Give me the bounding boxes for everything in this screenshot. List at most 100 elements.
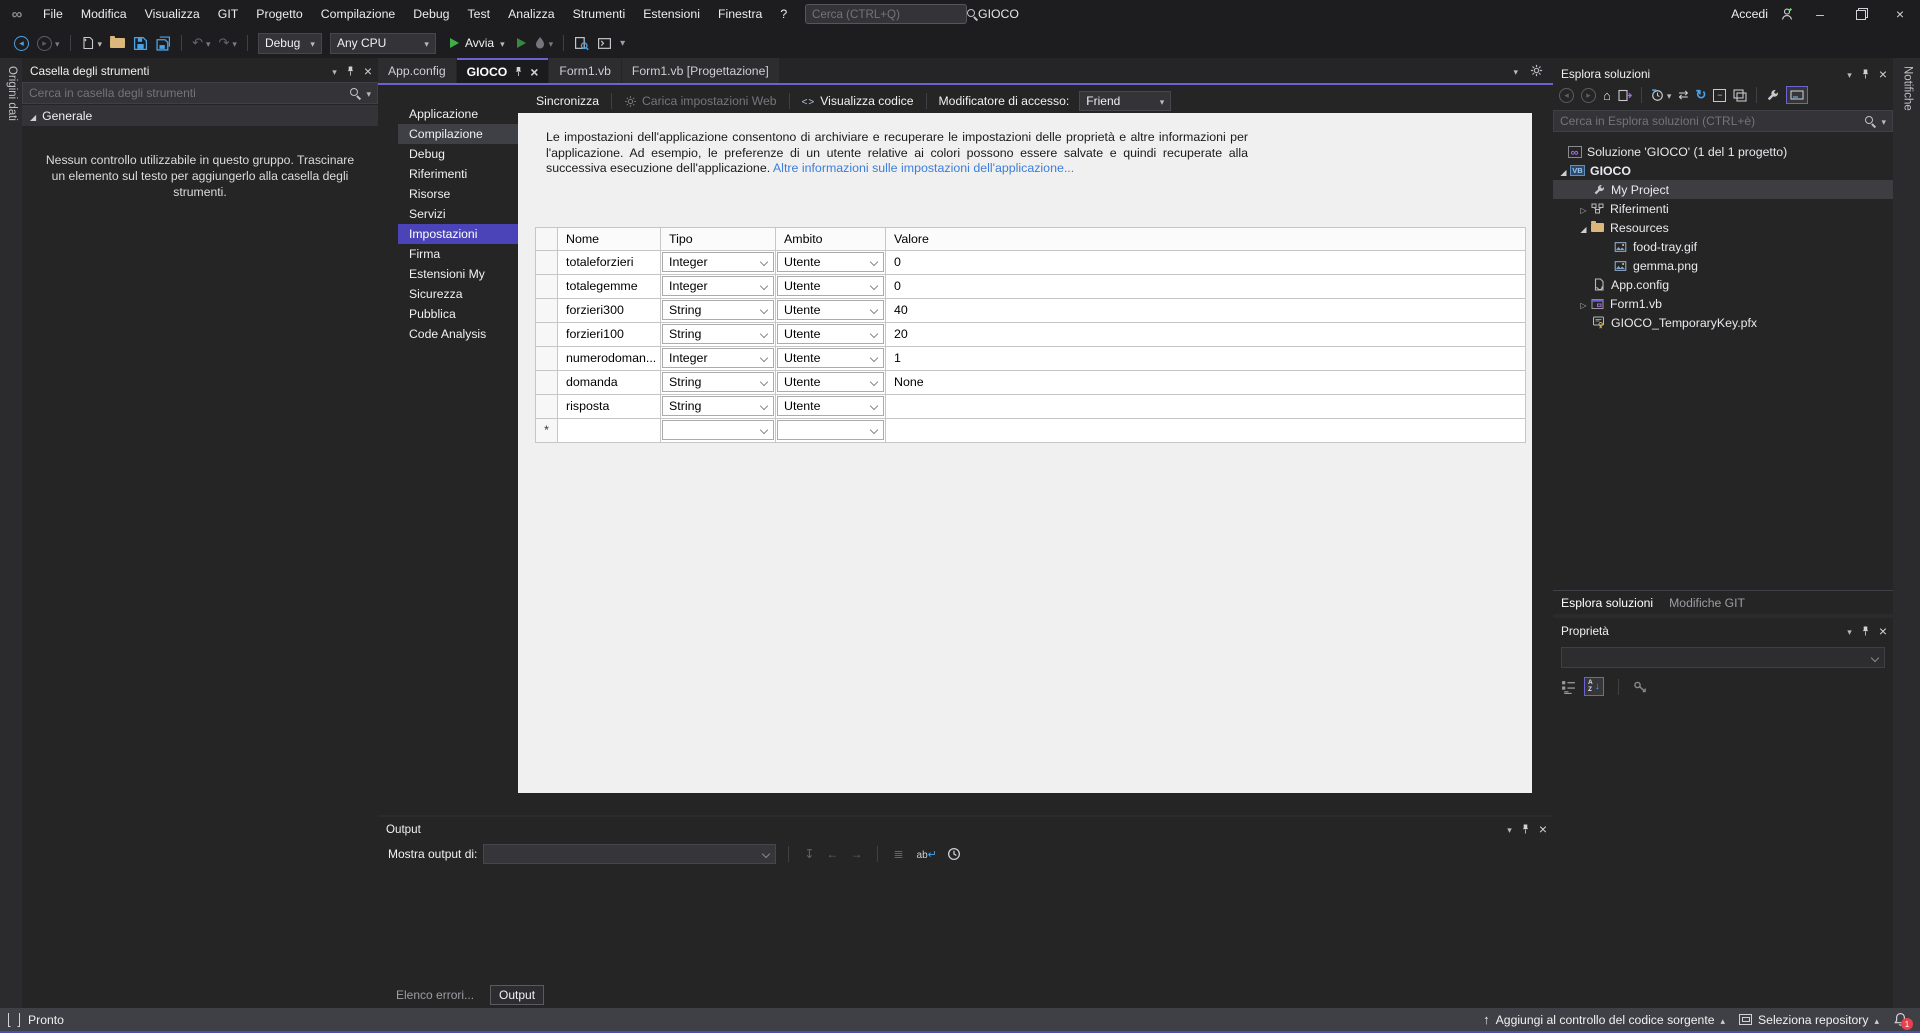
properties-wrench-icon[interactable] — [1766, 88, 1779, 102]
redo-icon[interactable] — [219, 35, 237, 51]
menu-file[interactable]: File — [34, 0, 72, 28]
access-modifier-dropdown[interactable]: Friend — [1079, 91, 1172, 111]
menu-progetto[interactable]: Progetto — [247, 0, 312, 28]
global-search-input[interactable] — [812, 7, 966, 21]
menu-modifica[interactable]: Modifica — [72, 0, 136, 28]
navigate-back-icon[interactable]: ◂ — [14, 35, 29, 51]
tab-app-config[interactable]: App.config — [378, 58, 456, 83]
minimize-button[interactable] — [1800, 0, 1840, 28]
settings-nav-debug[interactable]: Debug — [398, 144, 518, 164]
scope-combo[interactable]: Utente — [777, 372, 884, 392]
tab-form1-vb[interactable]: Form1.vb — [549, 58, 621, 83]
scope-combo[interactable]: Utente — [777, 396, 884, 416]
property-pages-key-icon[interactable] — [1633, 679, 1648, 694]
type-combo[interactable]: Integer — [662, 276, 774, 296]
configuration-dropdown[interactable]: Debug — [257, 32, 322, 54]
pending-changes-filter-icon[interactable] — [1651, 88, 1672, 102]
settings-nav-firma[interactable]: Firma — [398, 244, 518, 264]
find-in-files-icon[interactable] — [574, 36, 589, 51]
setting-name[interactable] — [557, 417, 661, 443]
type-combo[interactable]: Integer — [662, 252, 774, 272]
expander-icon[interactable] — [1577, 202, 1590, 216]
data-sources-vertical-tab[interactable]: Origini dati — [4, 66, 18, 121]
refresh-icon[interactable] — [1695, 87, 1706, 103]
setting-value[interactable]: 0 — [885, 249, 1526, 275]
expander-icon[interactable] — [1577, 221, 1590, 235]
word-wrap-icon[interactable]: ab↵ — [917, 847, 937, 861]
col-nome[interactable]: Nome — [557, 226, 661, 251]
collapse-all-icon[interactable]: − — [1713, 88, 1727, 102]
settings-nav-riferimenti[interactable]: Riferimenti — [398, 164, 518, 184]
alphabetical-sort-icon[interactable]: AZ ↓ — [1584, 677, 1604, 696]
pin-icon[interactable] — [346, 65, 355, 77]
output-tab[interactable]: Output — [490, 985, 545, 1005]
pin-icon[interactable] — [1861, 68, 1870, 80]
navigate-forward-icon[interactable]: ▸ — [37, 35, 60, 51]
tree-item-app-config[interactable]: App.config — [1553, 275, 1893, 294]
undo-icon[interactable] — [192, 35, 210, 51]
view-code-button[interactable]: Visualizza codice — [796, 94, 920, 108]
clear-all-icon[interactable]: ≣ — [893, 847, 903, 861]
tree-item-form1-vb[interactable]: Form1.vb — [1553, 294, 1893, 313]
setting-value[interactable]: 0 — [885, 273, 1526, 299]
hot-reload-icon[interactable] — [534, 36, 554, 50]
toolbox-search-input[interactable] — [29, 86, 350, 100]
setting-value[interactable] — [885, 393, 1526, 419]
settings-nav-compilazione[interactable]: Compilazione — [398, 124, 518, 144]
save-icon[interactable] — [133, 36, 148, 51]
add-source-control-button[interactable]: Aggiungi al controllo del codice sorgent… — [1483, 1012, 1725, 1027]
restore-button[interactable] — [1840, 0, 1880, 28]
show-all-files-icon[interactable] — [1733, 88, 1747, 102]
background-tasks-icon[interactable] — [8, 1012, 20, 1030]
back-icon[interactable]: ◂ — [1559, 87, 1574, 103]
menu-git[interactable]: GIT — [209, 0, 248, 28]
menu-visualizza[interactable]: Visualizza — [136, 0, 209, 28]
tab-gioco[interactable]: GIOCO — [456, 58, 549, 83]
close-button[interactable] — [1880, 0, 1920, 28]
setting-name[interactable]: forzieri300 — [557, 297, 661, 323]
type-combo[interactable]: String — [662, 324, 774, 344]
type-combo[interactable]: String — [662, 300, 774, 320]
setting-name[interactable]: risposta — [557, 393, 661, 419]
toolbox-section-generale[interactable]: Generale — [22, 105, 378, 126]
open-folder-icon[interactable] — [110, 36, 126, 48]
forward-icon[interactable]: ▸ — [1581, 87, 1596, 103]
window-position-icon[interactable] — [1847, 624, 1852, 638]
pin-icon[interactable] — [1521, 823, 1530, 835]
settings-nav-estensioni-my[interactable]: Estensioni My — [398, 264, 518, 284]
chevron-down-icon[interactable] — [1881, 114, 1886, 128]
solution-search-input[interactable] — [1560, 114, 1865, 128]
tree-item-riferimenti[interactable]: Riferimenti — [1553, 199, 1893, 218]
start-without-debug-icon[interactable] — [516, 38, 526, 48]
window-position-icon[interactable] — [332, 64, 337, 78]
type-combo[interactable]: Integer — [662, 348, 774, 368]
menu-test[interactable]: Test — [459, 0, 500, 28]
settings-nav-code-analysis[interactable]: Code Analysis — [398, 324, 518, 344]
notifications-vertical-tab[interactable]: Notifiche — [1900, 66, 1914, 111]
load-web-settings-button[interactable]: Carica impostazioni Web — [618, 94, 783, 108]
setting-name[interactable]: numerodoman... — [557, 345, 661, 371]
timestamp-icon[interactable] — [947, 847, 961, 862]
start-debug-button[interactable]: Avvia — [449, 36, 505, 50]
sign-in-button[interactable]: Accedi — [1731, 7, 1768, 21]
scope-combo[interactable]: Utente — [777, 276, 884, 296]
menu-compilazione[interactable]: Compilazione — [312, 0, 405, 28]
expander-icon[interactable] — [1557, 164, 1570, 178]
close-icon[interactable] — [1879, 66, 1887, 82]
solution-search-box[interactable] — [1553, 110, 1893, 132]
object-selector-dropdown[interactable] — [1561, 647, 1885, 668]
setting-value[interactable]: 20 — [885, 321, 1526, 347]
tree-item-solution[interactable]: Soluzione 'GIOCO' (1 del 1 progetto) — [1553, 142, 1893, 161]
show-output-dropdown[interactable] — [483, 844, 777, 864]
settings-nav-applicazione[interactable]: Applicazione — [398, 104, 518, 124]
setting-value[interactable]: 1 — [885, 345, 1526, 371]
menu-finestra[interactable]: Finestra — [709, 0, 771, 28]
tree-item-my-project[interactable]: My Project — [1553, 180, 1893, 199]
col-valore[interactable]: Valore — [885, 226, 1526, 251]
setting-name[interactable]: domanda — [557, 369, 661, 395]
type-combo[interactable]: String — [662, 372, 774, 392]
setting-name[interactable]: totaleforzieri — [557, 249, 661, 275]
scope-combo[interactable]: Utente — [777, 324, 884, 344]
solution-explorer-tab[interactable]: Esplora soluzioni — [1561, 596, 1653, 610]
select-repository-button[interactable]: Seleziona repository — [1739, 1013, 1879, 1027]
